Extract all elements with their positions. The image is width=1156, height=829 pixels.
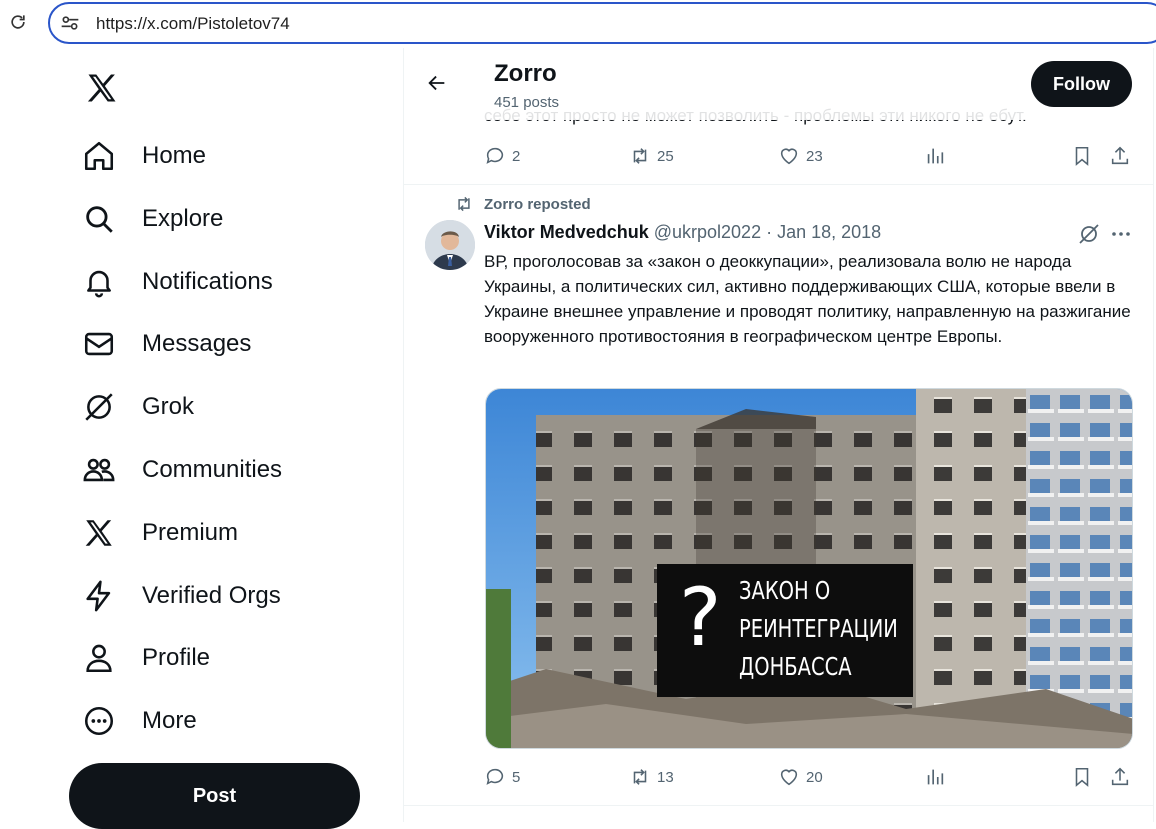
sidebar-item-label: Messages [142,330,252,357]
lightning-icon [86,580,111,612]
analytics-icon [927,769,944,785]
reload-icon[interactable] [8,12,28,32]
more-options-icon[interactable] [1109,222,1133,246]
reply-count: 5 [512,768,521,786]
reply-button[interactable]: 2 [484,145,520,167]
repost-count: 25 [657,147,674,165]
profile-name: Zorro [494,60,557,87]
people-icon [83,458,115,482]
sidebar-item-label: Verified Orgs [142,582,281,609]
sidebar-item-label: Grok [142,393,195,420]
follow-button[interactable]: Follow [1031,61,1132,107]
url-text[interactable]: https://x.com/Pistoletov74 [96,14,290,34]
reply-button[interactable]: 5 [484,766,520,788]
grok-icon [85,393,113,421]
share-button[interactable] [1109,766,1131,788]
avatar[interactable] [425,220,475,270]
grok-icon[interactable] [1077,222,1101,246]
sidebar-item-home[interactable]: Home [82,134,382,178]
sidebar-item-notifications[interactable]: Notifications [82,260,382,304]
site-settings-icon[interactable] [60,14,80,32]
profile-header: Zorro 451 posts Follow [404,48,1153,120]
bookmark-icon [1075,767,1089,787]
sidebar-item-grok[interactable]: Grok [82,385,382,429]
repost-icon [633,769,647,785]
avatar-image [425,220,475,270]
address-bar[interactable]: https://x.com/Pistoletov74 [48,2,1156,44]
browser-toolbar: https://x.com/Pistoletov74 [0,0,1156,48]
analytics-icon [927,148,944,164]
tweet-text: ВР, проголосовав за «закон о деоккупации… [484,252,1131,346]
sidebar-item-messages[interactable]: Messages [82,322,382,366]
media-question-mark: ? [679,571,722,664]
sidebar-item-label: Explore [142,205,224,232]
reply-count: 2 [512,147,521,165]
post-count: 451 posts [494,94,560,111]
repost-button[interactable]: 25 [629,145,674,167]
tweet-actions: 2 25 23 [484,145,1134,169]
tweet-divider [404,184,1153,185]
sidebar-item-label: Profile [142,644,211,671]
x-logo-icon[interactable] [84,70,120,106]
sidebar-item-verified-orgs[interactable]: Verified Orgs [82,574,382,618]
tweet-actions: 5 13 20 [484,766,1134,790]
media-caption-line: ДОНБАССА [739,652,852,681]
like-button[interactable]: 23 [778,145,823,167]
like-button[interactable]: 20 [778,766,823,788]
share-icon [1111,146,1129,165]
sidebar-item-explore[interactable]: Explore [82,197,382,241]
heart-icon [780,148,798,165]
repost-icon [633,148,647,164]
timeline-column: Zorro 451 posts Follow себе этот просто … [403,48,1154,822]
search-icon [86,206,113,233]
like-count: 23 [806,147,823,165]
author-name[interactable]: Viktor Medvedchuk [484,222,649,242]
sidebar-item-profile[interactable]: Profile [82,636,382,680]
more-circle-icon [84,706,114,736]
post-button[interactable]: Post [69,763,360,829]
x-logo-icon [85,520,112,546]
repost-label: Zorro reposted [484,195,591,213]
media-caption-line: РЕИНТЕГРАЦИИ [739,614,898,643]
like-count: 20 [806,768,823,786]
repost-indicator: Zorro reposted [454,195,591,213]
sidebar-item-communities[interactable]: Communities [82,448,382,492]
views-button[interactable] [924,766,946,788]
tweet-media[interactable]: ? ЗАКОН О РЕИНТЕГРАЦИИ ДОНБАССА [485,388,1133,749]
share-button[interactable] [1109,145,1131,167]
reply-icon [486,147,504,164]
sidebar-item-more[interactable]: More [82,699,382,743]
sidebar-item-label: Home [142,142,207,169]
bell-icon [87,270,111,298]
back-arrow-icon[interactable] [426,72,448,94]
tweet-divider [404,805,1153,806]
tweet-date[interactable]: · Jan 18, 2018 [761,222,881,242]
media-caption-line: ЗАКОН О [739,576,831,605]
person-icon [86,644,112,673]
envelope-icon [84,332,114,356]
sidebar-item-premium[interactable]: Premium [82,511,382,555]
views-button[interactable] [924,145,946,167]
repost-button[interactable]: 13 [629,766,674,788]
sidebar-item-label: More [142,707,197,734]
sidebar-item-label: Communities [142,456,283,483]
share-icon [1111,767,1129,786]
reply-icon [486,768,504,785]
bookmark-button[interactable] [1071,766,1093,788]
author-handle[interactable]: @ukrpol2022 [654,222,761,242]
bookmark-button[interactable] [1071,145,1093,167]
repost-icon [458,196,470,212]
heart-icon [780,769,798,786]
bookmark-icon [1075,146,1089,166]
sidebar-item-label: Premium [142,519,239,546]
repost-count: 13 [657,768,674,786]
home-icon [84,141,114,171]
tweet-author: Viktor Medvedchuk @ukrpol2022 · Jan 18, … [484,222,881,243]
media-caption-box: ? ЗАКОН О РЕИНТЕГРАЦИИ ДОНБАССА [657,564,913,697]
sidebar-item-label: Notifications [142,268,273,295]
